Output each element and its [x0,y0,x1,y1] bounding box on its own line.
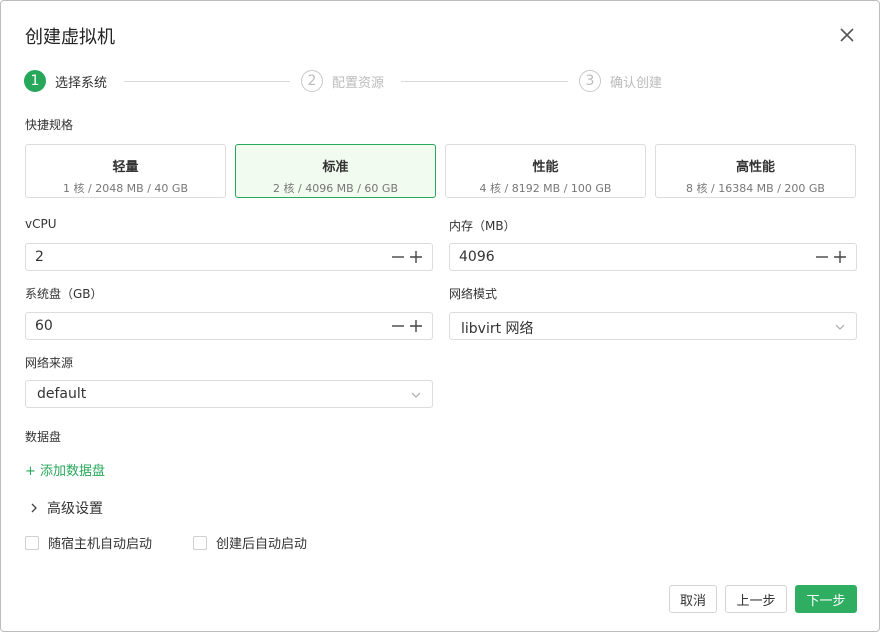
checkbox-box[interactable] [25,535,39,550]
preset-performance[interactable]: 性能 4 核 / 8192 MB / 100 GB [445,144,646,198]
minus-icon [391,250,405,264]
preset-light[interactable]: 轻量 1 核 / 2048 MB / 40 GB [25,144,226,198]
vcpu-increment-button[interactable] [409,250,423,264]
disk-decrement-button[interactable] [391,319,405,333]
network-source-value: default [37,386,87,402]
chevron-right-icon [29,502,39,514]
network-mode-select[interactable]: libvirt 网络 [449,312,857,340]
vcpu-value: 2 [35,249,44,265]
preset-spec: 1 核 / 2048 MB / 40 GB [63,182,188,195]
step-3[interactable]: 3 确认创建 [579,69,662,93]
preset-spec: 4 核 / 8192 MB / 100 GB [479,182,612,195]
preset-section-label: 快捷规格 [25,118,74,132]
memory-label: 内存（MB） [449,219,516,233]
preset-name: 高性能 [735,160,775,175]
preset-spec: 8 核 / 16384 MB / 200 GB [686,182,825,195]
memory-value: 4096 [459,249,495,265]
network-source-select[interactable]: default [25,380,433,408]
minus-icon [391,319,405,333]
network-mode-label: 网络模式 [449,287,498,301]
step-2[interactable]: 2 配置资源 [301,69,384,93]
dialog-title: 创建虚拟机 [25,27,115,48]
minus-icon [815,250,829,264]
step-1-label: 选择系统 [55,75,108,91]
preset-standard[interactable]: 标准 2 核 / 4096 MB / 60 GB [235,144,436,198]
step-3-number: 3 [579,70,601,92]
chevron-down-icon [410,389,422,401]
autostart-with-host-label: 随宿主机自动启动 [48,537,153,552]
vcpu-decrement-button[interactable] [391,250,405,264]
network-source-label: 网络来源 [25,356,74,370]
preset-high-performance[interactable]: 高性能 8 核 / 16384 MB / 200 GB [655,144,856,198]
step-3-label: 确认创建 [610,75,663,91]
step-1[interactable]: 1 选择系统 [24,69,107,93]
previous-step-button[interactable]: 上一步 [725,585,787,613]
close-button[interactable] [837,25,857,45]
preset-name: 性能 [532,160,559,175]
plus-icon [833,250,847,264]
disk-value: 60 [35,318,53,334]
disk-label: 系统盘（GB） [25,287,103,301]
preset-name: 标准 [322,160,349,175]
advanced-settings-label: 高级设置 [47,501,103,517]
step-2-number: 2 [301,70,323,92]
create-vm-dialog: 创建虚拟机 1 选择系统 2 配置资源 3 确认创建 快捷规格 轻量 1 核 /… [0,0,880,632]
memory-stepper[interactable]: 4096 [449,243,857,271]
memory-decrement-button[interactable] [815,250,829,264]
disk-stepper[interactable]: 60 [25,312,433,340]
step-divider-1 [124,81,290,82]
preset-spec: 2 核 / 4096 MB / 60 GB [273,182,398,195]
autostart-after-create-label: 创建后自动启动 [216,537,308,552]
autostart-with-host-checkbox[interactable]: 随宿主机自动启动 [25,533,152,552]
plus-icon [409,319,423,333]
memory-increment-button[interactable] [833,250,847,264]
step-divider-2 [401,81,568,82]
vcpu-stepper[interactable]: 2 [25,243,433,271]
autostart-after-create-checkbox[interactable]: 创建后自动启动 [193,533,307,552]
next-step-button[interactable]: 下一步 [795,585,857,613]
advanced-settings-toggle[interactable]: 高级设置 [29,498,103,518]
plus-icon [409,250,423,264]
cancel-button[interactable]: 取消 [669,585,717,613]
close-icon [837,25,857,45]
vcpu-label: vCPU [25,217,57,231]
add-data-disk-link[interactable]: + 添加数据盘 [25,460,105,479]
data-disk-label: 数据盘 [25,430,62,444]
step-2-label: 配置资源 [332,75,385,91]
preset-name: 轻量 [112,160,139,175]
chevron-down-icon [834,321,846,333]
network-mode-value: libvirt 网络 [461,321,534,337]
step-1-number: 1 [24,70,46,92]
checkbox-box[interactable] [193,535,207,550]
disk-increment-button[interactable] [409,319,423,333]
